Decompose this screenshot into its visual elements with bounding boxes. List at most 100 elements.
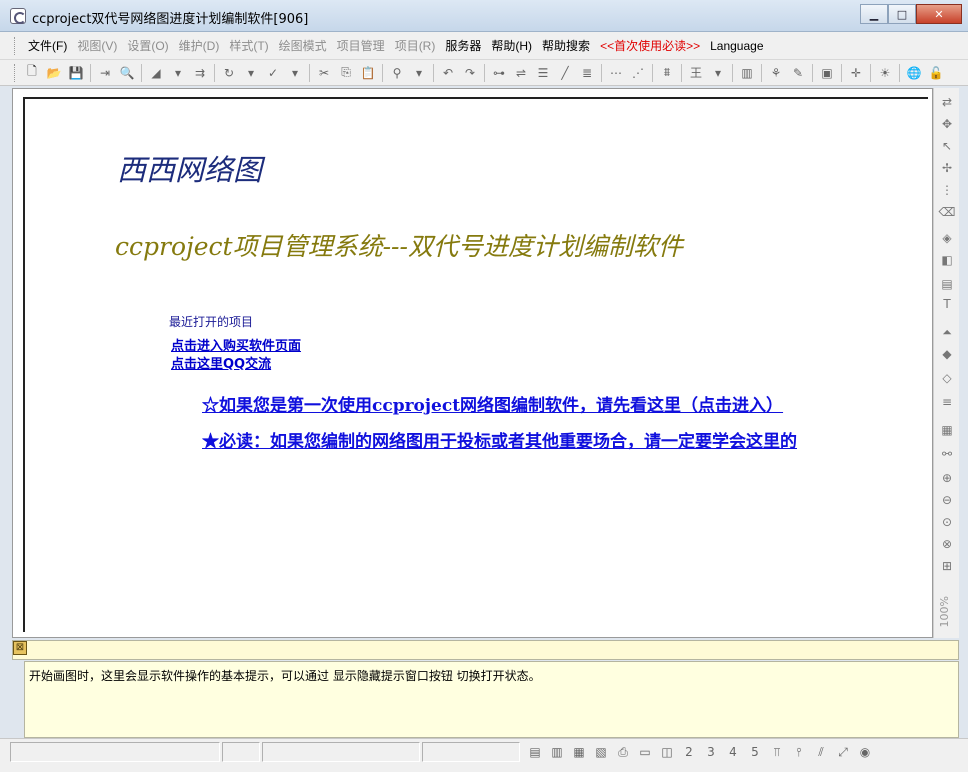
- view-frame-icon[interactable]: ▧: [590, 741, 612, 763]
- zoom-tool-icon[interactable]: ⚯: [936, 444, 958, 464]
- label-icon[interactable]: ◇: [936, 368, 958, 388]
- toolbar-separator: [484, 63, 485, 82]
- align-icon[interactable]: ☰: [532, 62, 554, 84]
- tag-icon[interactable]: ◈: [936, 228, 958, 248]
- level4-icon[interactable]: 4: [722, 741, 744, 763]
- record-icon[interactable]: ◉: [854, 741, 876, 763]
- resource-icon[interactable]: ⚘: [765, 62, 787, 84]
- frame-icon[interactable]: ▣: [816, 62, 838, 84]
- arrange-icon[interactable]: ⩩: [656, 62, 678, 84]
- indent-icon[interactable]: ⇉: [189, 62, 211, 84]
- connect-icon[interactable]: ⋮: [936, 180, 958, 200]
- align-mid-icon[interactable]: ⫯: [788, 741, 810, 763]
- link-icon[interactable]: ⇌: [510, 62, 532, 84]
- toggle-hint-icon[interactable]: ⊠: [13, 641, 27, 655]
- lines-icon[interactable]: ≡: [936, 392, 958, 412]
- print-icon[interactable]: ⎙: [612, 741, 634, 763]
- layers-icon[interactable]: ◆: [936, 344, 958, 364]
- dropdown-arrow-icon[interactable]: ▾: [707, 62, 729, 84]
- table-icon[interactable]: ▤: [936, 274, 958, 294]
- menu-first-use[interactable]: <<首次使用必读>>: [595, 37, 705, 54]
- fit-page-icon[interactable]: ⤢: [832, 741, 854, 763]
- app-icon[interactable]: [10, 8, 26, 24]
- pan-icon[interactable]: ✥: [936, 114, 958, 134]
- zoom-fit-icon[interactable]: ⊙: [936, 512, 958, 532]
- schedule-icon[interactable]: ◫: [656, 741, 678, 763]
- zoom-actual-icon[interactable]: ⊞: [936, 556, 958, 576]
- view-list-icon[interactable]: ▤: [524, 741, 546, 763]
- level3-icon[interactable]: 3: [700, 741, 722, 763]
- network-node-icon[interactable]: ⊶: [488, 62, 510, 84]
- set-icon[interactable]: ◧: [936, 250, 958, 270]
- level5-icon[interactable]: 5: [744, 741, 766, 763]
- bar-chart-icon[interactable]: ▥: [736, 62, 758, 84]
- view-table-icon[interactable]: ▥: [546, 741, 568, 763]
- drawing-canvas[interactable]: 西西网络图 ccproject项目管理系统---双代号进度计划编制软件 最近打开…: [12, 88, 933, 638]
- grid-icon[interactable]: ▦: [936, 420, 958, 440]
- fill-color-icon[interactable]: ◢: [145, 62, 167, 84]
- menu-maintain[interactable]: 维护(D): [174, 37, 225, 54]
- undo-icon[interactable]: ↶: [437, 62, 459, 84]
- menu-settings[interactable]: 设置(O): [122, 37, 173, 54]
- calendar-icon[interactable]: ▭: [634, 741, 656, 763]
- menu-help[interactable]: 帮助(H): [486, 37, 537, 54]
- buy-software-link[interactable]: 点击进入购买软件页面: [171, 335, 301, 354]
- must-read-link[interactable]: ★必读：如果您编制的网络图用于投标或者其他重要场合，请一定要学会这里的: [202, 427, 797, 452]
- dropdown-arrow-icon[interactable]: ▾: [167, 62, 189, 84]
- maximize-button[interactable]: □: [888, 4, 916, 24]
- zoom-in-icon[interactable]: ⊕: [936, 468, 958, 488]
- menu-help-search[interactable]: 帮助搜索: [537, 37, 595, 54]
- move-cross-icon[interactable]: ✢: [936, 158, 958, 178]
- new-file-icon[interactable]: 🗋: [21, 62, 43, 84]
- redo-icon[interactable]: ↷: [459, 62, 481, 84]
- toolbar-separator: [601, 63, 602, 82]
- open-folder-icon[interactable]: 📂: [43, 62, 65, 84]
- dropdown-arrow-icon[interactable]: ▾: [284, 62, 306, 84]
- export-icon[interactable]: ⇥: [94, 62, 116, 84]
- first-use-guide-link[interactable]: ☆如果您是第一次使用ccproject网络图编制软件，请先看这里（点击进入）: [202, 391, 783, 416]
- text-icon[interactable]: T: [936, 294, 958, 314]
- menu-server[interactable]: 服务器: [440, 37, 486, 54]
- distribute-icon[interactable]: ⫽: [810, 741, 832, 763]
- add-node-icon[interactable]: ✛: [845, 62, 867, 84]
- zoom-level[interactable]: 100%: [938, 596, 956, 627]
- view-grid-icon[interactable]: ▦: [568, 741, 590, 763]
- edit-doc-icon[interactable]: ✎: [787, 62, 809, 84]
- qq-contact-link[interactable]: 点击这里QQ交流: [171, 353, 271, 372]
- close-button[interactable]: ✕: [916, 4, 962, 24]
- zoom-out-icon[interactable]: ⊖: [936, 490, 958, 510]
- menu-project[interactable]: 项目(R): [390, 37, 441, 54]
- move-arrows-icon[interactable]: ⇄: [936, 92, 958, 112]
- menu-language[interactable]: Language: [705, 39, 768, 53]
- menu-style[interactable]: 样式(T): [224, 37, 273, 54]
- menu-project-mgmt[interactable]: 项目管理: [332, 37, 390, 54]
- dropdown-arrow-icon[interactable]: ▾: [408, 62, 430, 84]
- menu-view[interactable]: 视图(V): [72, 37, 122, 54]
- cut-icon[interactable]: ✂: [313, 62, 335, 84]
- copy-icon[interactable]: ⎘: [335, 62, 357, 84]
- save-icon[interactable]: 💾: [65, 62, 87, 84]
- minimize-button[interactable]: ▁: [860, 4, 888, 24]
- line-icon[interactable]: ╱: [554, 62, 576, 84]
- tip-bulb-icon[interactable]: ☀: [874, 62, 896, 84]
- find-binoculars-icon[interactable]: ⚲: [386, 62, 408, 84]
- rotate-icon[interactable]: ↻: [218, 62, 240, 84]
- print-preview-icon[interactable]: 🔍: [116, 62, 138, 84]
- zoom-area-icon[interactable]: ⊗: [936, 534, 958, 554]
- up-level-icon[interactable]: ⏶: [936, 322, 958, 342]
- globe-icon[interactable]: 🌐: [903, 62, 925, 84]
- layer-icon[interactable]: ≣: [576, 62, 598, 84]
- align-top-icon[interactable]: ⫪: [766, 741, 788, 763]
- text-align-icon[interactable]: 王: [685, 62, 707, 84]
- eraser-icon[interactable]: ⌫: [936, 202, 958, 222]
- menu-file[interactable]: 文件(F): [23, 37, 72, 54]
- select-pointer-icon[interactable]: ↖: [936, 136, 958, 156]
- unlock-icon[interactable]: 🔓: [925, 62, 947, 84]
- level2-icon[interactable]: 2: [678, 741, 700, 763]
- node-row-icon[interactable]: ⋯: [605, 62, 627, 84]
- dropdown-arrow-icon[interactable]: ▾: [240, 62, 262, 84]
- check-icon[interactable]: ✓: [262, 62, 284, 84]
- menu-draw-mode[interactable]: 绘图模式: [274, 37, 332, 54]
- paste-icon[interactable]: 📋: [357, 62, 379, 84]
- node-row2-icon[interactable]: ⋰: [627, 62, 649, 84]
